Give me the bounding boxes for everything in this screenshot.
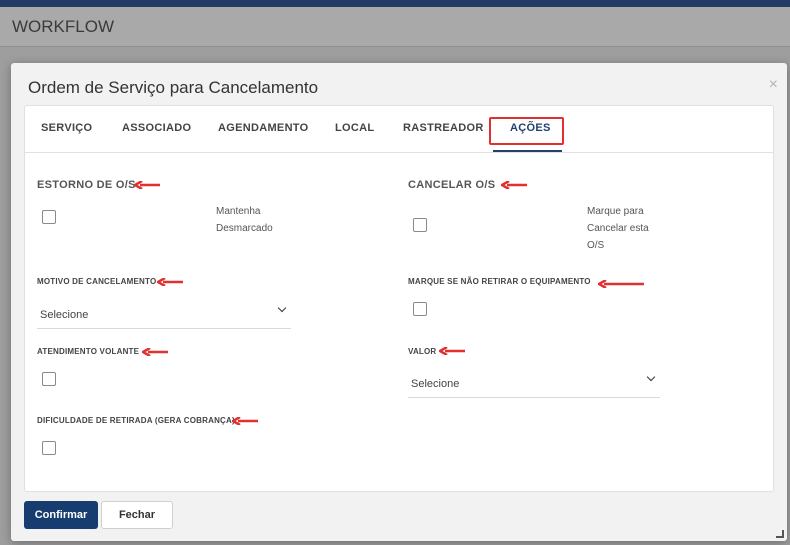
nao-retirar-label: MARQUE SE NÃO RETIRAR O EQUIPAMENTO: [408, 277, 591, 286]
tab-local[interactable]: LOCAL: [335, 122, 374, 134]
top-bar: [0, 0, 790, 7]
motivo-select[interactable]: Selecione: [37, 299, 291, 329]
resize-handle-icon[interactable]: [776, 530, 784, 538]
close-button[interactable]: Fechar: [101, 501, 173, 529]
tab-servico[interactable]: SERVIÇO: [41, 122, 92, 134]
motivo-label: MOTIVO DE CANCELAMENTO: [37, 277, 157, 286]
dificuldade-label: DIFICULDADE DE RETIRADA (GERA COBRANÇA): [37, 416, 235, 425]
dificuldade-checkbox[interactable]: [42, 441, 56, 455]
nao-retirar-checkbox[interactable]: [413, 302, 427, 316]
chevron-down-icon: [277, 303, 287, 313]
cancelar-checkbox[interactable]: [413, 218, 427, 232]
estorno-hint: Mantenha Desmarcado: [216, 206, 273, 234]
estorno-checkbox[interactable]: [42, 210, 56, 224]
confirm-button[interactable]: Confirmar: [24, 501, 98, 529]
tab-agendamento[interactable]: AGENDAMENTO: [218, 122, 309, 134]
atendimento-label: ATENDIMENTO VOLANTE: [37, 347, 140, 356]
arrow-annotation-icon: [232, 417, 258, 425]
tab-rastreador[interactable]: RASTREADOR: [403, 122, 484, 134]
atendimento-checkbox[interactable]: [42, 372, 56, 386]
motivo-value: Selecione: [40, 309, 89, 321]
arrow-annotation-icon: [439, 347, 465, 355]
tab-associado[interactable]: ASSOCIADO: [122, 122, 191, 134]
valor-select[interactable]: Selecione: [408, 368, 660, 398]
page-header: WORKFLOW: [0, 7, 790, 47]
cancel-order-modal: Ordem de Serviço para Cancelamento × SER…: [11, 63, 787, 541]
arrow-annotation-icon: [598, 280, 644, 288]
valor-label: VALOR: [408, 347, 437, 356]
arrow-annotation-icon: [142, 348, 168, 356]
app-title: WORKFLOW: [12, 17, 114, 36]
estorno-title: ESTORNO DE O/S: [37, 179, 136, 191]
tab-bar: SERVIÇO ASSOCIADO AGENDAMENTO LOCAL RAST…: [25, 106, 773, 153]
cancelar-title: CANCELAR O/S: [408, 179, 496, 191]
active-tab-indicator: [493, 150, 562, 152]
valor-value: Selecione: [411, 378, 460, 390]
modal-title: Ordem de Serviço para Cancelamento: [28, 78, 319, 97]
annotation-highlight-box: [489, 117, 564, 145]
chevron-down-icon: [646, 372, 656, 382]
arrow-annotation-icon: [501, 181, 527, 189]
modal-panel: SERVIÇO ASSOCIADO AGENDAMENTO LOCAL RAST…: [24, 105, 774, 492]
cancelar-hint: Marque para Cancelar esta O/S: [587, 206, 649, 251]
close-icon[interactable]: ×: [769, 76, 778, 94]
arrow-annotation-icon: [157, 278, 183, 286]
arrow-annotation-icon: [134, 181, 160, 189]
